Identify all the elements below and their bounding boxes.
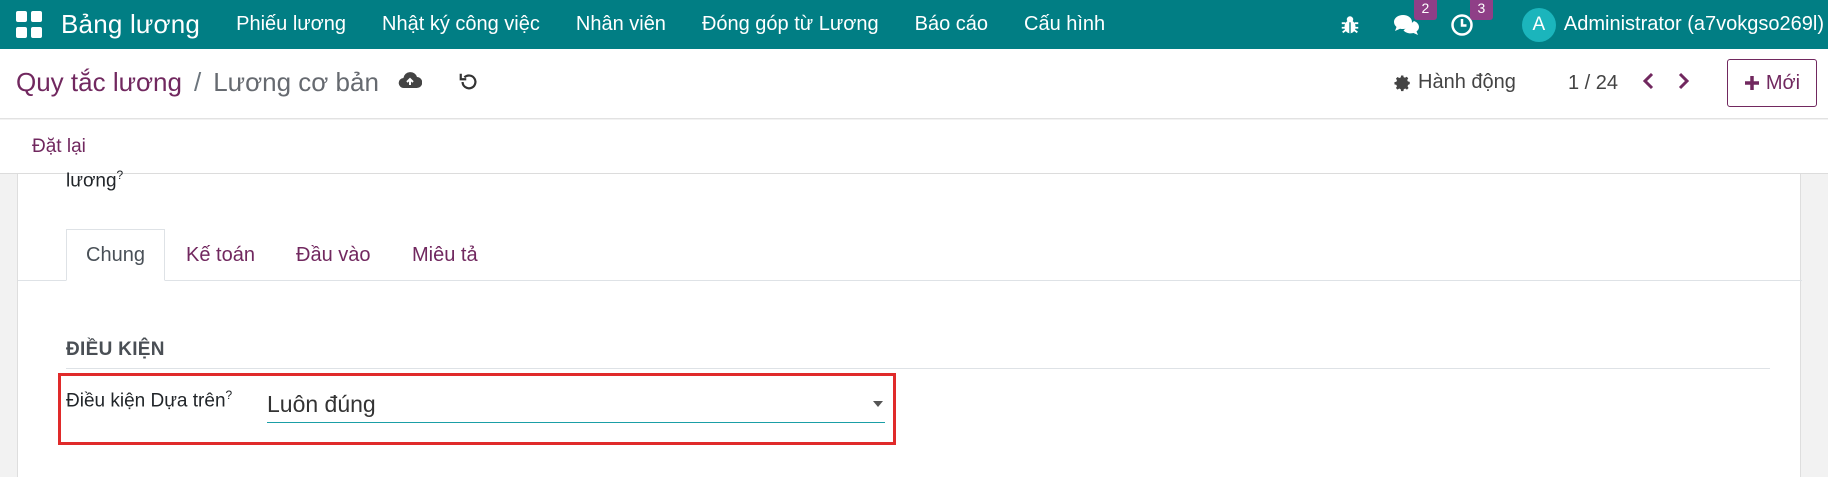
section-divider: [66, 368, 1770, 369]
help-tooltip-icon[interactable]: ?: [226, 388, 233, 402]
new-record-button[interactable]: Mới: [1727, 59, 1817, 107]
activities-count-badge: 3: [1469, 0, 1493, 20]
app-menu-icon[interactable]: [16, 11, 43, 38]
plus-icon: [1744, 76, 1759, 90]
menu-item-reports[interactable]: Báo cáo: [897, 13, 1006, 36]
breadcrumb: Quy tắc lương / Lương cơ bản: [16, 67, 379, 98]
breadcrumb-parent-link[interactable]: Quy tắc lương: [16, 67, 182, 98]
messages-icon[interactable]: 2: [1392, 0, 1437, 39]
action-menu-label: Hành động: [1418, 71, 1516, 93]
help-tooltip-icon[interactable]: ?: [117, 168, 124, 182]
condition-select-value: Luôn đúng: [267, 391, 376, 417]
user-avatar[interactable]: A: [1521, 7, 1556, 42]
section-title-conditions: ĐIỀU KIỆN: [66, 339, 165, 360]
pager-value[interactable]: 1 / 24: [1568, 72, 1618, 95]
discard-undo-icon[interactable]: [458, 71, 480, 98]
menu-item-employees[interactable]: Nhân viên: [558, 13, 684, 36]
menu-item-work-entries[interactable]: Nhật ký công việc: [364, 13, 558, 36]
action-menu-button[interactable]: Hành động: [1394, 71, 1516, 94]
menu-item-payslips[interactable]: Phiếu lương: [218, 13, 364, 36]
save-cloud-icon[interactable]: [398, 71, 423, 96]
condition-based-on-select[interactable]: Luôn đúng: [267, 387, 885, 423]
caret-down-icon: [873, 401, 883, 407]
messages-count-badge: 2: [1413, 0, 1437, 20]
tab-inputs[interactable]: Đầu vào: [296, 229, 371, 281]
gear-icon: [1394, 75, 1410, 91]
breadcrumb-current: Lương cơ bản: [213, 67, 379, 97]
tab-description[interactable]: Miêu tả: [412, 229, 478, 281]
condition-based-on-label: Điều kiện Dựa trên?: [66, 388, 233, 412]
notebook-tabs: Chung Kế toán Đầu vào Miêu tả: [18, 229, 1802, 281]
menu-item-contributions[interactable]: Đóng góp từ Lương: [684, 13, 897, 36]
reset-button[interactable]: Đặt lại: [32, 136, 86, 158]
app-brand[interactable]: Bảng lương: [61, 9, 200, 40]
top-navbar: Bảng lương Phiếu lương Nhật ký công việc…: [0, 0, 1828, 49]
menu-item-configuration[interactable]: Cấu hình: [1006, 13, 1123, 36]
debug-bug-icon[interactable]: [1336, 11, 1364, 39]
new-record-label: Mới: [1765, 71, 1801, 94]
activities-clock-icon[interactable]: 3: [1448, 0, 1493, 39]
user-menu[interactable]: Administrator (a7vokgso269l): [1564, 13, 1824, 36]
pager-previous-chevron-icon[interactable]: [1640, 71, 1658, 96]
breadcrumb-separator: /: [193, 67, 202, 97]
pager-next-chevron-icon[interactable]: [1674, 71, 1692, 96]
form-statusbar: Đặt lại: [0, 120, 1828, 174]
partial-field-label: lương?: [66, 168, 124, 192]
control-panel: Quy tắc lương / Lương cơ bản Hành động 1…: [0, 49, 1828, 119]
tab-accounting[interactable]: Kế toán: [186, 229, 255, 281]
tab-general[interactable]: Chung: [66, 229, 165, 281]
form-sheet: lương? Chung Kế toán Đầu vào Miêu tả ĐIỀ…: [17, 168, 1802, 477]
